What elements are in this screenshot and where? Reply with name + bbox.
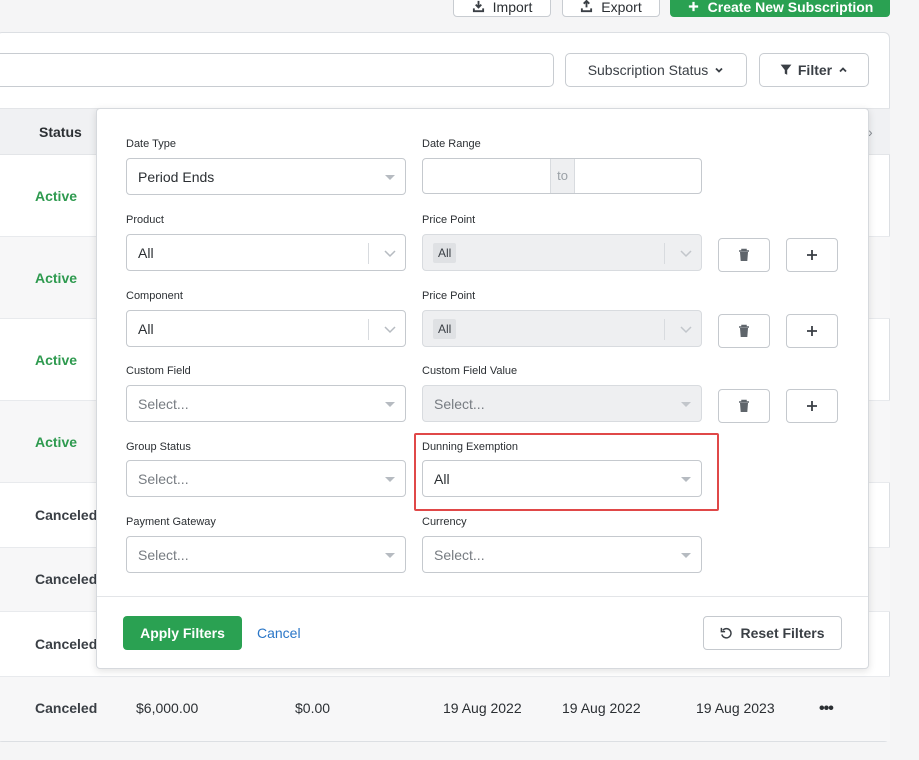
status-cell: Canceled xyxy=(35,636,98,652)
chevron-down-icon xyxy=(680,326,692,334)
date-cell: 19 Aug 2022 xyxy=(443,700,522,716)
export-button[interactable]: Export xyxy=(562,0,660,17)
date-range-separator: to xyxy=(550,159,575,193)
date-type-select[interactable]: Period Ends xyxy=(126,158,406,195)
product-select[interactable]: All xyxy=(126,234,406,271)
create-subscription-label: Create New Subscription xyxy=(707,0,874,15)
caret-down-icon xyxy=(681,402,691,407)
add-custom-field-button[interactable] xyxy=(786,389,838,423)
group-status-placeholder: Select... xyxy=(138,471,189,487)
payment-gateway-select[interactable]: Select... xyxy=(126,536,406,573)
custom-field-select[interactable]: Select... xyxy=(126,385,406,422)
import-icon xyxy=(472,0,484,13)
chevron-down-icon xyxy=(715,67,723,73)
plus-icon xyxy=(807,250,817,260)
date-cell: 19 Aug 2023 xyxy=(696,700,775,716)
select-separator xyxy=(368,243,369,264)
caret-down-icon xyxy=(681,553,691,558)
apply-filters-button[interactable]: Apply Filters xyxy=(123,616,242,650)
currency-select[interactable]: Select... xyxy=(422,536,702,573)
status-cell: Active xyxy=(35,352,78,368)
custom-field-label: Custom Field xyxy=(126,365,191,377)
date-cell: 19 Aug 2022 xyxy=(562,700,641,716)
group-status-select[interactable]: Select... xyxy=(126,460,406,497)
cancel-link[interactable]: Cancel xyxy=(257,625,301,641)
component-price-point-select[interactable]: All xyxy=(422,310,702,347)
export-label: Export xyxy=(601,0,642,15)
balance-cell: $0.00 xyxy=(295,700,331,716)
status-cell: Active xyxy=(35,270,78,286)
dunning-exemption-highlight xyxy=(414,433,719,511)
trash-icon xyxy=(739,399,749,412)
caret-down-icon xyxy=(385,477,395,482)
group-status-label: Group Status xyxy=(126,441,191,453)
custom-field-value-placeholder: Select... xyxy=(434,396,485,412)
filter-label: Filter xyxy=(797,62,833,78)
delete-product-button[interactable] xyxy=(718,238,770,272)
component-price-point-label: Price Point xyxy=(422,290,476,302)
trash-icon xyxy=(739,324,749,337)
import-button[interactable]: Import xyxy=(453,0,551,17)
date-type-label: Date Type xyxy=(126,138,176,150)
subscription-status-dropdown[interactable]: Subscription Status xyxy=(565,53,747,87)
status-cell: Canceled xyxy=(35,700,98,716)
currency-placeholder: Select... xyxy=(434,547,485,563)
create-subscription-button[interactable]: Create New Subscription xyxy=(670,0,890,17)
import-label: Import xyxy=(492,0,533,15)
filter-icon xyxy=(780,64,792,75)
chevron-down-icon xyxy=(680,250,692,258)
delete-component-button[interactable] xyxy=(718,314,770,348)
product-price-point-label: Price Point xyxy=(422,214,476,226)
component-label: Component xyxy=(126,290,183,302)
chevron-down-icon xyxy=(384,250,396,258)
component-price-point-chip: All xyxy=(433,319,457,339)
component-value: All xyxy=(138,321,154,337)
subscription-status-label: Subscription Status xyxy=(587,62,709,78)
date-range-input[interactable]: to xyxy=(422,158,702,194)
custom-field-value-select[interactable]: Select... xyxy=(422,385,702,422)
select-separator xyxy=(368,319,369,340)
caret-down-icon xyxy=(385,175,395,180)
reset-icon xyxy=(721,627,733,639)
plus-icon xyxy=(807,401,817,411)
status-cell: Canceled xyxy=(35,507,98,523)
subscriptions-page: Import Export Create New Subscription Su… xyxy=(0,0,919,760)
product-value: All xyxy=(138,245,154,261)
delete-custom-field-button[interactable] xyxy=(718,389,770,423)
export-icon xyxy=(581,0,593,13)
custom-field-placeholder: Select... xyxy=(138,396,189,412)
reset-filters-button[interactable]: Reset Filters xyxy=(703,616,842,650)
payment-gateway-placeholder: Select... xyxy=(138,547,189,563)
chevron-down-icon xyxy=(384,326,396,334)
payment-gateway-label: Payment Gateway xyxy=(126,516,216,528)
component-select[interactable]: All xyxy=(126,310,406,347)
status-cell: Canceled xyxy=(35,571,98,587)
add-product-button[interactable] xyxy=(786,238,838,272)
status-cell: Active xyxy=(35,434,78,450)
product-price-point-chip: All xyxy=(433,243,457,263)
date-type-value: Period Ends xyxy=(138,169,215,185)
trash-icon xyxy=(739,248,749,261)
more-icon[interactable]: ••• xyxy=(819,700,834,718)
filter-panel-divider xyxy=(97,596,868,597)
select-separator xyxy=(664,243,665,264)
currency-label: Currency xyxy=(422,516,467,528)
plus-icon xyxy=(807,326,817,336)
caret-down-icon xyxy=(385,402,395,407)
date-range-label: Date Range xyxy=(422,138,481,150)
caret-down-icon xyxy=(385,553,395,558)
product-label: Product xyxy=(126,214,164,226)
filter-button[interactable]: Filter xyxy=(759,53,869,87)
status-cell: Active xyxy=(35,188,78,204)
add-component-button[interactable] xyxy=(786,314,838,348)
status-column-header[interactable]: Status xyxy=(39,124,82,140)
custom-field-value-label: Custom Field Value xyxy=(422,365,518,377)
plus-icon xyxy=(688,1,698,12)
select-separator xyxy=(664,319,665,340)
reset-filters-label: Reset Filters xyxy=(740,625,825,641)
chevron-up-icon xyxy=(839,67,847,73)
amount-cell: $6,000.00 xyxy=(136,700,199,716)
product-price-point-select[interactable]: All xyxy=(422,234,702,271)
search-input[interactable] xyxy=(0,53,554,87)
